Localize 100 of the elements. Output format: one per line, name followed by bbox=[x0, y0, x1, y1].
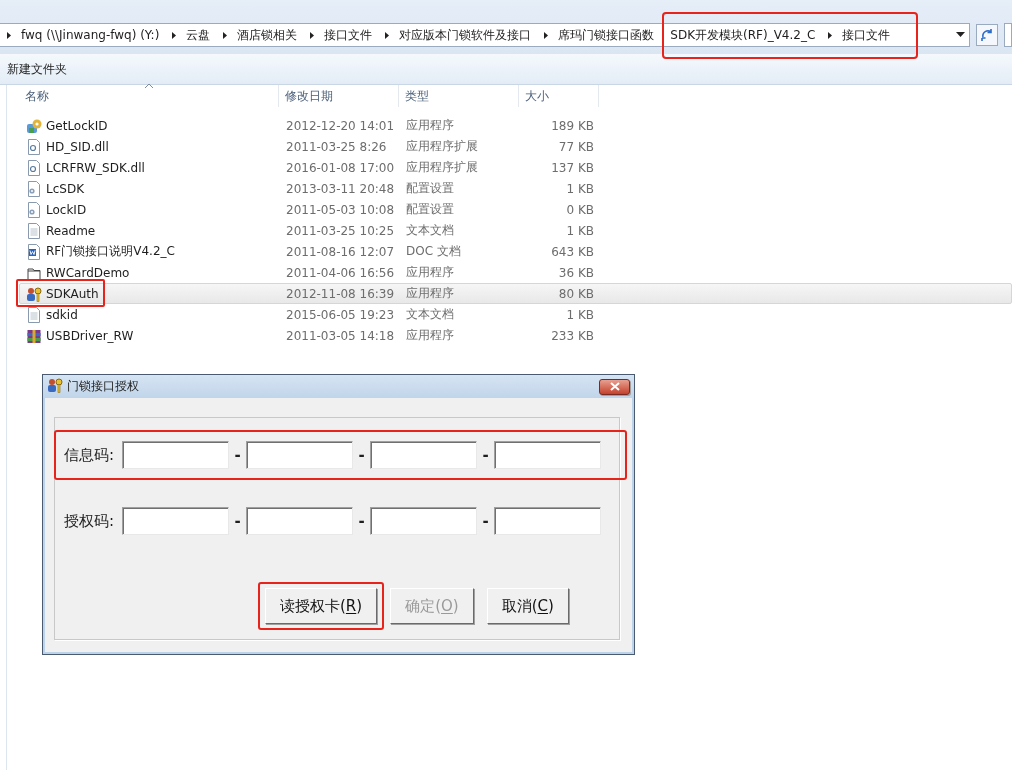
code-input-field[interactable] bbox=[246, 441, 353, 469]
file-size: 137 KB bbox=[550, 160, 595, 175]
dialog-title: 门锁接口授权 bbox=[67, 378, 139, 395]
breadcrumb-item[interactable]: fwq (\\Jinwang-fwq) (Y:) bbox=[21, 28, 160, 42]
column-header[interactable]: 大小 bbox=[519, 85, 599, 107]
file-size: 1 KB bbox=[565, 223, 595, 238]
file-type: 应用程序扩展 bbox=[405, 138, 479, 155]
code-input-field[interactable] bbox=[246, 507, 353, 535]
separator-text: - bbox=[357, 512, 366, 530]
column-header[interactable]: 修改日期 bbox=[279, 85, 399, 107]
text-file-icon bbox=[26, 306, 42, 323]
file-size: 643 KB bbox=[550, 244, 595, 259]
column-header[interactable]: 名称 bbox=[19, 85, 279, 107]
file-type: 应用程序 bbox=[405, 285, 455, 302]
settings-file-icon bbox=[26, 201, 42, 218]
selected-file-row[interactable]: SDKAuth 2012-11-08 16:39 应用程序 80 KB bbox=[19, 283, 1012, 304]
modified-date: 2012-12-20 14:01 bbox=[285, 118, 396, 133]
file-name[interactable]: LockID bbox=[46, 202, 87, 217]
file-name[interactable]: USBDriver_RW bbox=[46, 328, 134, 343]
chevron-icon bbox=[384, 30, 391, 40]
file-type: 应用程序 bbox=[405, 264, 455, 281]
file-name[interactable]: RWCardDemo bbox=[46, 265, 130, 280]
file-name[interactable]: LCRFRW_SDK.dll bbox=[46, 160, 145, 175]
modified-date: 2013-03-11 20:48 bbox=[285, 181, 396, 196]
code-input-field[interactable] bbox=[370, 507, 477, 535]
file-name[interactable]: Readme bbox=[46, 223, 96, 238]
file-type: DOC 文档 bbox=[405, 243, 462, 260]
breadcrumb-item[interactable]: 席玛门锁接口函数 bbox=[558, 26, 655, 44]
chevron-icon bbox=[309, 30, 316, 40]
toolbar-button[interactable]: 新建文件夹 bbox=[2, 56, 72, 82]
file-size: 1 KB bbox=[565, 307, 595, 322]
file-name[interactable]: sdkid bbox=[46, 307, 78, 322]
search-field[interactable] bbox=[1004, 23, 1012, 47]
modified-date: 2011-05-03 10:08 bbox=[285, 202, 396, 217]
chevron-icon bbox=[171, 30, 178, 40]
file-name[interactable]: HD_SID.dll bbox=[46, 139, 109, 154]
code-input-field[interactable] bbox=[370, 441, 477, 469]
code-input-field[interactable] bbox=[494, 441, 601, 469]
chevron-icon bbox=[827, 30, 834, 40]
close-button[interactable] bbox=[599, 378, 630, 395]
modified-date: 2011-08-16 12:07 bbox=[285, 244, 396, 259]
separator-text: - bbox=[233, 512, 242, 530]
file-name[interactable]: SDKAuth bbox=[46, 286, 99, 301]
file-name[interactable]: LcSDK bbox=[46, 181, 84, 196]
settings-file-icon bbox=[26, 180, 42, 197]
file-size: 1 KB bbox=[565, 181, 595, 196]
breadcrumb-item[interactable]: SDK开发模块(RF)_V4.2_C bbox=[670, 26, 816, 44]
breadcrumb-item[interactable]: 接口文件 bbox=[842, 26, 891, 44]
file-type: 应用程序扩展 bbox=[405, 159, 479, 176]
chevron-icon bbox=[222, 30, 229, 40]
file-size: 80 KB bbox=[557, 286, 595, 301]
modified-date: 2015-06-05 19:23 bbox=[285, 307, 396, 322]
code-input-field[interactable] bbox=[122, 441, 229, 469]
breadcrumb-item[interactable]: 云盘 bbox=[186, 26, 211, 44]
refresh-icon bbox=[980, 28, 994, 42]
text-file-icon bbox=[26, 222, 42, 239]
file-type: 配置设置 bbox=[405, 180, 455, 197]
file-size: 36 KB bbox=[557, 265, 595, 280]
file-size: 233 KB bbox=[550, 328, 595, 343]
modified-date: 2016-01-08 17:00 bbox=[285, 160, 396, 175]
column-header[interactable]: 类型 bbox=[399, 85, 519, 107]
separator-text: - bbox=[357, 446, 366, 464]
dialog-button[interactable]: 读授权卡(R) bbox=[265, 588, 378, 624]
breadcrumb-item[interactable]: 对应版本门锁软件及接口 bbox=[399, 26, 532, 44]
field-label: 信息码: bbox=[64, 445, 116, 465]
breadcrumb-item[interactable]: 接口文件 bbox=[324, 26, 373, 44]
chevron-icon bbox=[543, 30, 550, 40]
chevron-icon bbox=[6, 30, 12, 40]
field-label: 授权码: bbox=[64, 511, 116, 531]
file-size: 77 KB bbox=[557, 139, 595, 154]
modified-date: 2012-11-08 16:39 bbox=[285, 286, 396, 301]
file-size: 189 KB bbox=[550, 118, 595, 133]
code-input-field[interactable] bbox=[494, 507, 601, 535]
file-name[interactable]: GetLockID bbox=[46, 118, 108, 133]
dll-file-icon bbox=[26, 138, 42, 155]
document-file-icon bbox=[26, 243, 42, 260]
separator-text: - bbox=[481, 512, 490, 530]
dialog-button[interactable]: 取消(C) bbox=[486, 588, 569, 624]
file-type: 文本文档 bbox=[405, 222, 455, 239]
file-name[interactable]: RF门锁接口说明V4.2_C bbox=[46, 243, 175, 260]
key-app-icon bbox=[26, 285, 42, 302]
breadcrumb-item[interactable]: 酒店锁相关 bbox=[237, 26, 298, 44]
file-type: 应用程序 bbox=[405, 117, 455, 134]
archive-file-icon bbox=[26, 327, 42, 344]
modified-date: 2011-03-05 14:18 bbox=[285, 328, 396, 343]
modified-date: 2011-03-25 10:25 bbox=[285, 223, 396, 238]
modified-date: 2011-03-25 8:26 bbox=[285, 139, 388, 154]
file-size: 0 KB bbox=[565, 202, 595, 217]
dll-file-icon bbox=[26, 159, 42, 176]
refresh-button[interactable] bbox=[976, 24, 998, 46]
file-type: 配置设置 bbox=[405, 201, 455, 218]
file-type: 应用程序 bbox=[405, 327, 455, 344]
gear-app-icon bbox=[26, 117, 42, 134]
separator-text: - bbox=[481, 446, 490, 464]
separator-text: - bbox=[233, 446, 242, 464]
code-input-field[interactable] bbox=[122, 507, 229, 535]
file-type: 文本文档 bbox=[405, 306, 455, 323]
dropdown-arrow-icon bbox=[956, 32, 965, 38]
key-app-icon bbox=[47, 377, 63, 393]
modified-date: 2011-04-06 16:56 bbox=[285, 265, 396, 280]
